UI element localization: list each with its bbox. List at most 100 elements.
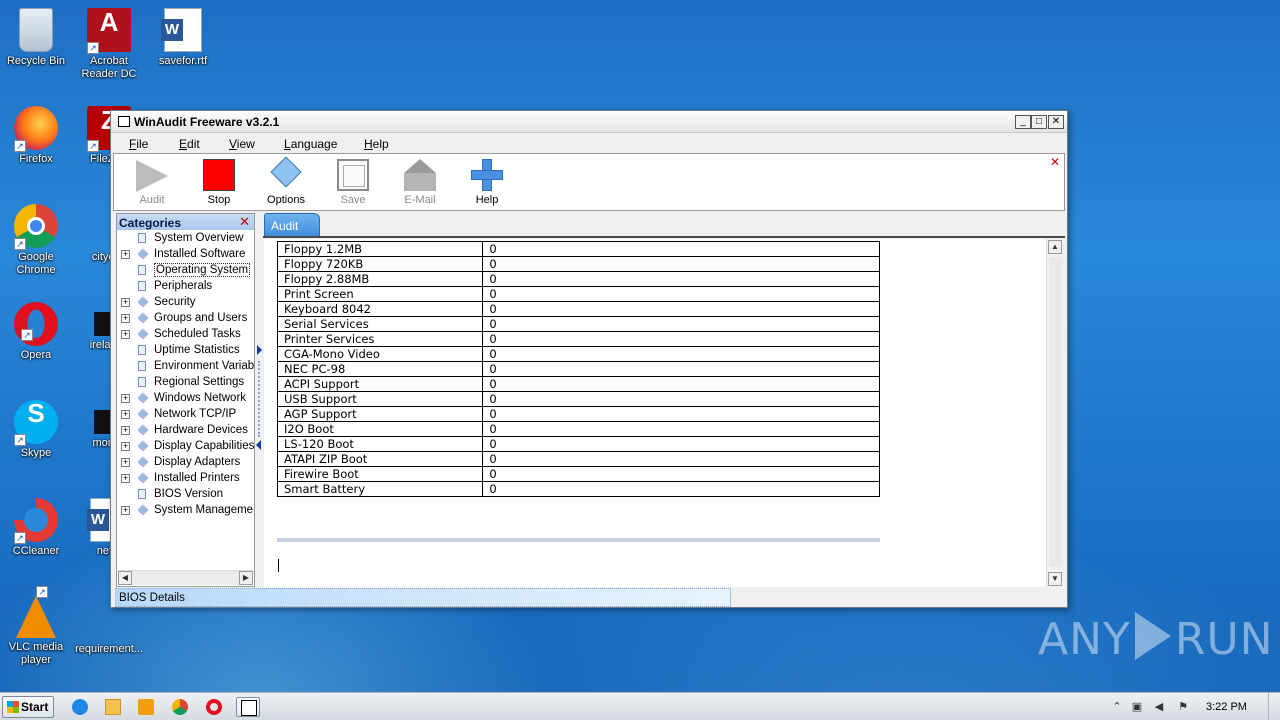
category-display-adapters[interactable]: + Display Adapters <box>117 455 254 471</box>
expand-icon[interactable]: + <box>121 458 130 467</box>
categories-panel: Categories ✕ System Overview + Installed S… <box>116 213 255 587</box>
show-hidden-icons-icon[interactable]: ⌃ <box>1110 700 1124 714</box>
scroll-up-button[interactable]: ▲ <box>1048 240 1062 254</box>
audit-button[interactable]: Audit <box>124 158 180 206</box>
toolbar: ✕ Audit Stop Options Save E-Mail Help <box>113 153 1065 211</box>
desktop-icon[interactable]: ↗ CCleaner <box>0 498 74 558</box>
anyrun-watermark: ANY RUN <box>1038 612 1274 665</box>
categories-horizontal-scrollbar[interactable]: ◀ ▶ <box>118 570 253 585</box>
desktop-icon[interactable]: ↗Skype <box>0 400 74 460</box>
stop-button[interactable]: Stop <box>191 158 247 206</box>
property-cell: Smart Battery <box>276 481 484 497</box>
winaudit-window[interactable]: WinAudit Freeware v3.2.1 _ □ ✕ File Edit V… <box>110 110 1068 608</box>
expand-icon[interactable]: + <box>121 298 130 307</box>
desktop-icon[interactable]: savefor.rtf <box>145 8 221 68</box>
title-bar[interactable]: WinAudit Freeware v3.2.1 _ □ ✕ <box>111 111 1067 133</box>
category-uptime-statistics[interactable]: Uptime Statistics <box>117 343 254 359</box>
toolbar-close-icon[interactable]: ✕ <box>1050 155 1060 169</box>
category-installed-software[interactable]: + Installed Software <box>117 247 254 263</box>
expand-icon[interactable]: + <box>121 314 130 323</box>
expand-icon[interactable]: + <box>121 330 130 339</box>
scroll-left-button[interactable]: ◀ <box>118 571 132 585</box>
clock[interactable]: 3:22 PM <box>1206 701 1247 713</box>
category-label: Operating System <box>154 263 251 277</box>
collapse-right-arrow-icon[interactable] <box>257 345 262 355</box>
show-desktop-button[interactable] <box>1268 693 1280 720</box>
category-regional-settings[interactable]: Regional Settings <box>117 375 254 391</box>
category-system-management[interactable]: + System Management <box>117 503 254 519</box>
diamond-icon <box>137 504 149 516</box>
desktop-icon[interactable]: ↗ VLC media player <box>0 586 74 667</box>
scroll-right-button[interactable]: ▶ <box>239 571 253 585</box>
collapse-left-arrow-icon[interactable] <box>256 440 261 450</box>
category-groups-and-users[interactable]: + Groups and Users <box>117 311 254 327</box>
category-system-overview[interactable]: System Overview <box>117 231 254 247</box>
property-cell: USB Support <box>276 391 484 407</box>
expand-icon[interactable]: + <box>121 426 130 435</box>
action-center-icon[interactable]: ▣ <box>1130 700 1144 714</box>
report-vertical-scrollbar[interactable]: ▲ ▼ <box>1046 239 1064 587</box>
taskbar-button[interactable] <box>202 697 226 717</box>
category-label: Display Capabilities <box>154 440 254 452</box>
diamond-icon <box>270 156 302 188</box>
category-windows-network[interactable]: + Windows Network <box>117 391 254 407</box>
category-environment-variable[interactable]: Environment Variable <box>117 359 254 375</box>
maximize-button[interactable]: □ <box>1031 115 1047 129</box>
categories-close-icon[interactable]: ✕ <box>239 214 250 230</box>
menu-view[interactable]: View <box>229 137 255 151</box>
network-flag-icon[interactable]: ⚑ <box>1176 700 1190 714</box>
desktop-icon[interactable]: ↗ Firefox <box>0 106 74 166</box>
expand-icon[interactable]: + <box>121 410 130 419</box>
desktop-icon[interactable]: ↗Acrobat Reader DC <box>71 8 147 81</box>
value-cell: 0 <box>482 286 880 302</box>
start-button[interactable]: Start <box>2 696 54 718</box>
category-display-capabilities[interactable]: + Display Capabilities <box>117 439 254 455</box>
expand-icon[interactable]: + <box>121 442 130 451</box>
table-row: ACPI Support 0 <box>276 376 880 392</box>
options-button[interactable]: Options <box>258 156 314 206</box>
expand-icon[interactable]: + <box>121 250 130 259</box>
expand-icon[interactable]: + <box>121 474 130 483</box>
panel-splitter[interactable] <box>255 213 263 587</box>
taskbar-button[interactable] <box>168 697 192 717</box>
desktop-icon[interactable]: ↗ Google Chrome <box>0 204 74 277</box>
property-cell: Print Screen <box>276 286 484 302</box>
scroll-down-button[interactable]: ▼ <box>1048 572 1062 586</box>
category-security[interactable]: + Security <box>117 295 254 311</box>
taskbar-button[interactable] <box>101 697 125 717</box>
save-button[interactable]: Save <box>325 158 381 206</box>
menu-file[interactable]: File <box>129 137 148 151</box>
property-cell: Floppy 720KB <box>276 256 484 272</box>
taskbar-button[interactable] <box>236 697 260 717</box>
expand-icon[interactable]: + <box>121 506 130 515</box>
word-document-icon <box>161 8 202 52</box>
help-button[interactable]: Help <box>459 158 515 206</box>
diamond-icon <box>137 328 149 340</box>
scrollbar-track[interactable] <box>1049 257 1062 567</box>
email-button[interactable]: E-Mail <box>392 158 448 206</box>
value-cell: 0 <box>482 361 880 377</box>
desktop-icon[interactable]: ↗ Opera <box>0 302 74 362</box>
menu-help[interactable]: Help <box>364 137 389 151</box>
expand-icon[interactable]: + <box>121 394 130 403</box>
category-peripherals[interactable]: Peripherals <box>117 279 254 295</box>
minimize-button[interactable]: _ <box>1015 115 1031 129</box>
opera-icon: ↗ <box>14 302 58 346</box>
volume-icon[interactable]: ◀ <box>1152 700 1166 714</box>
report-area[interactable]: Floppy 1.2MB 0 Floppy 720KB 0 Floppy 2.88MB 0… <box>264 239 1064 587</box>
close-button[interactable]: ✕ <box>1048 115 1064 129</box>
menu-language[interactable]: Language <box>284 137 337 151</box>
taskbar-button[interactable] <box>134 697 158 717</box>
value-cell: 0 <box>482 376 880 392</box>
taskbar-button[interactable] <box>68 697 92 717</box>
menu-edit[interactable]: Edit <box>179 137 200 151</box>
category-hardware-devices[interactable]: + Hardware Devices <box>117 423 254 439</box>
category-scheduled-tasks[interactable]: + Scheduled Tasks <box>117 327 254 343</box>
category-network-tcp-ip[interactable]: + Network TCP/IP <box>117 407 254 423</box>
desktop-icon[interactable]: Recycle Bin <box>0 8 74 68</box>
category-bios-version[interactable]: BIOS Version <box>117 487 254 503</box>
tab-audit[interactable]: Audit <box>264 213 320 237</box>
category-installed-printers[interactable]: + Installed Printers <box>117 471 254 487</box>
category-operating-system[interactable]: Operating System <box>117 263 254 279</box>
diamond-icon <box>137 408 149 420</box>
